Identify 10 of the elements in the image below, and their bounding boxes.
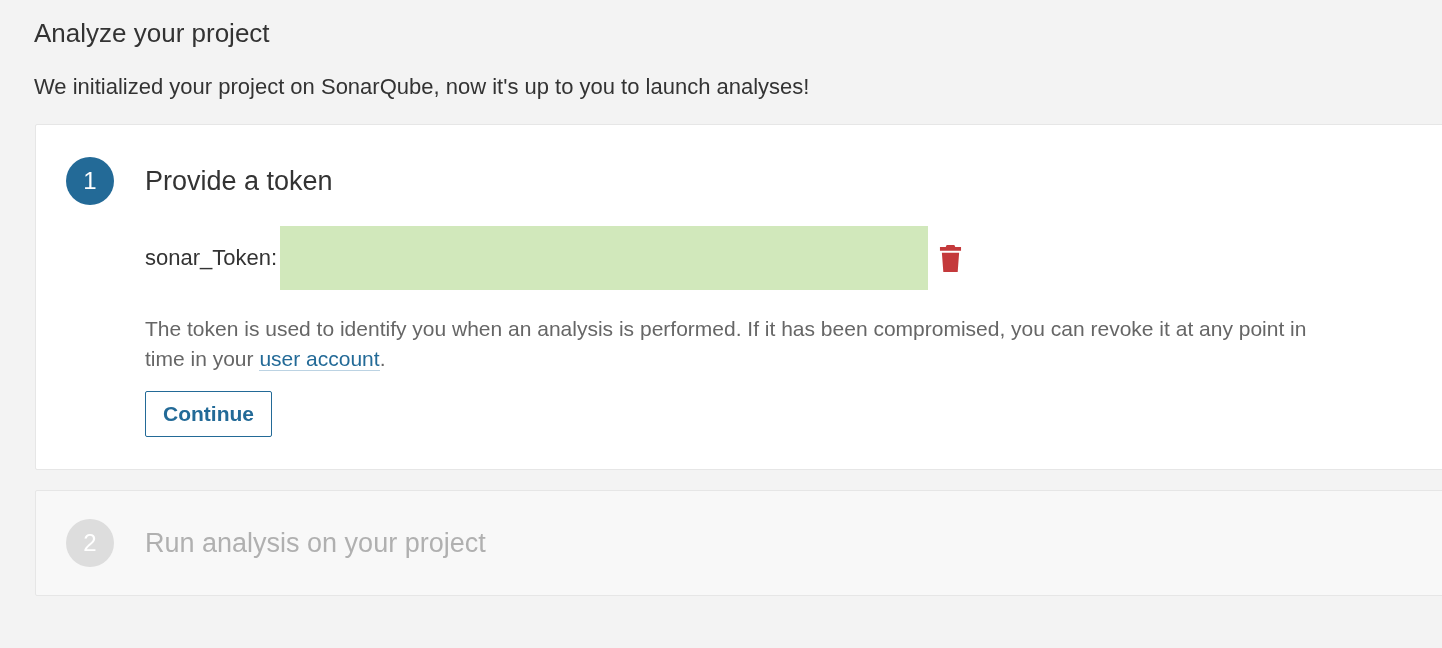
- trash-icon[interactable]: [939, 244, 963, 272]
- step-title: Provide a token: [145, 165, 333, 197]
- help-text: The token is used to identify you when an analysis is performed. If it has been compromised, you can revoke it at any point in time in your user account.: [145, 316, 1308, 373]
- account-link[interactable]: user account: [259, 347, 380, 371]
- continue-button[interactable]: Continue: [145, 391, 272, 437]
- step-title: Run analysis on your project: [145, 527, 486, 559]
- page-title: Analyze your project: [34, 17, 271, 50]
- step-number: 1: [66, 157, 114, 205]
- token-label: sonar_Token:: [145, 245, 278, 271]
- page-subtitle: We initialized your project on SonarQube, now it's up to you to launch analyses!: [34, 73, 811, 101]
